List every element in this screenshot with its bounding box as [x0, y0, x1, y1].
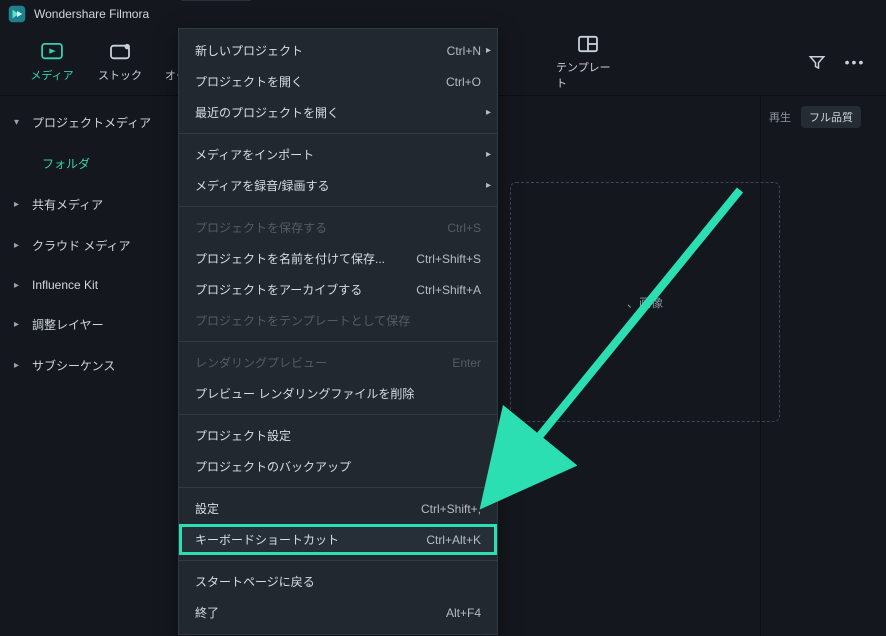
chevron-down-icon	[14, 117, 24, 128]
menu-row-label: 終了	[195, 604, 219, 621]
stock-icon	[106, 41, 134, 63]
tab-media[interactable]: メディア	[20, 41, 84, 83]
menu-row-label: プレビュー レンダリングファイルを削除	[195, 385, 414, 402]
menu-help[interactable]: ヘルプ	[408, 0, 468, 1]
menu-row-12: レンダリングプレビュー Enter	[179, 347, 497, 378]
submenu-arrow-icon: ▸	[486, 180, 491, 191]
menu-row-9[interactable]: プロジェクトをアーカイブする Ctrl+Shift+A	[179, 274, 497, 305]
menu-separator	[179, 206, 497, 207]
menu-row-label: スタートページに戻る	[195, 573, 315, 590]
menu-row-shortcut: Ctrl+S	[447, 221, 481, 235]
menu-row-shortcut: Ctrl+N	[447, 44, 481, 58]
chevron-right-icon	[14, 360, 24, 371]
menu-row-label: プロジェクトを保存する	[195, 219, 327, 236]
chevron-right-icon	[14, 280, 24, 291]
menu-row-shortcut: Enter	[452, 356, 481, 370]
menu-row-label: 最近のプロジェクトを開く	[195, 104, 339, 121]
filter-icon[interactable]	[804, 49, 830, 75]
menu-row-label: レンダリングプレビュー	[195, 354, 327, 371]
menu-row-label: メディアをインポート	[195, 146, 314, 163]
menu-row-label: プロジェクトを開く	[195, 73, 303, 90]
menu-bar: ファイル 編集 ツール 表示 ヘルプ	[180, 0, 468, 1]
menu-file[interactable]: ファイル	[180, 0, 252, 1]
tab-stock[interactable]: ストック	[88, 41, 152, 83]
submenu-arrow-icon: ▸	[486, 149, 491, 160]
menu-row-label: プロジェクトを名前を付けて保存...	[195, 250, 385, 267]
media-icon	[38, 41, 66, 63]
chevron-right-icon	[14, 199, 24, 210]
submenu-arrow-icon: ▸	[486, 45, 491, 56]
tab-template-label: テンプレート	[556, 59, 620, 91]
tab-media-label: メディア	[30, 67, 73, 83]
sidebar-item-influence-kit[interactable]: Influence Kit	[0, 266, 172, 304]
more-icon[interactable]: •••	[842, 49, 868, 75]
menu-row-0[interactable]: 新しいプロジェクト Ctrl+N ▸	[179, 35, 497, 66]
filmora-logo-icon	[8, 5, 26, 23]
menu-row-19[interactable]: キーボードショートカット Ctrl+Alt+K	[179, 524, 497, 555]
chevron-right-icon	[14, 319, 24, 330]
menu-row-shortcut: Ctrl+Alt+K	[426, 533, 481, 547]
menu-row-8[interactable]: プロジェクトを名前を付けて保存... Ctrl+Shift+S	[179, 243, 497, 274]
submenu-arrow-icon: ▸	[486, 107, 491, 118]
menu-row-label: メディアを録音/録画する	[195, 177, 330, 194]
sidebar-item-shared-media[interactable]: 共有メディア	[0, 184, 172, 225]
sidebar-item-project-media[interactable]: プロジェクトメディア	[0, 102, 172, 143]
menu-separator	[179, 487, 497, 488]
file-menu-panel: 新しいプロジェクト Ctrl+N ▸ プロジェクトを開く Ctrl+O 最近のプロジェクト…	[178, 28, 498, 635]
menu-row-5[interactable]: メディアを録音/録画する ▸	[179, 170, 497, 201]
menu-row-label: プロジェクトのバックアップ	[195, 458, 351, 475]
menu-row-shortcut: Ctrl+Shift+S	[416, 252, 481, 266]
sidebar-item-cloud-media[interactable]: クラウド メディア	[0, 225, 172, 266]
menu-edit[interactable]: 編集	[252, 0, 300, 1]
tab-stock-label: ストック	[98, 67, 142, 83]
menu-row-7: プロジェクトを保存する Ctrl+S	[179, 212, 497, 243]
template-icon	[574, 33, 602, 55]
menu-row-16[interactable]: プロジェクトのバックアップ	[179, 451, 497, 482]
menu-row-label: 設定	[195, 500, 219, 517]
menu-row-2[interactable]: 最近のプロジェクトを開く ▸	[179, 97, 497, 128]
menu-view[interactable]: 表示	[360, 0, 408, 1]
menu-row-15[interactable]: プロジェクト設定	[179, 420, 497, 451]
menu-row-label: 新しいプロジェクト	[195, 42, 303, 59]
menu-row-1[interactable]: プロジェクトを開く Ctrl+O	[179, 66, 497, 97]
menu-row-4[interactable]: メディアをインポート ▸	[179, 139, 497, 170]
menu-tools[interactable]: ツール	[300, 0, 360, 1]
sidebar-item-folder[interactable]: フォルダ	[0, 143, 172, 184]
menu-row-22[interactable]: 終了 Alt+F4	[179, 597, 497, 628]
menu-row-label: プロジェクトをテンプレートとして保存	[195, 312, 410, 329]
sidebar: プロジェクトメディア フォルダ 共有メディア クラウド メディア Influen…	[0, 96, 172, 636]
menu-separator	[179, 341, 497, 342]
sidebar-item-subsequence[interactable]: サブシーケンス	[0, 345, 172, 386]
chevron-right-icon	[14, 240, 24, 251]
menu-row-label: プロジェクト設定	[195, 427, 291, 444]
menu-row-shortcut: Ctrl+O	[446, 75, 481, 89]
menu-row-shortcut: Ctrl+Shift+A	[416, 283, 481, 297]
quality-selector[interactable]: フル品質	[801, 106, 861, 128]
tab-template[interactable]: テンプレート	[556, 33, 620, 91]
import-dropzone[interactable]: 、画像	[510, 182, 780, 422]
dropzone-text-2: 、画像	[627, 294, 663, 311]
menu-row-18[interactable]: 設定 Ctrl+Shift+,	[179, 493, 497, 524]
menu-row-21[interactable]: スタートページに戻る	[179, 566, 497, 597]
menu-row-label: キーボードショートカット	[195, 531, 339, 548]
menu-separator	[179, 560, 497, 561]
menu-separator	[179, 133, 497, 134]
menu-separator	[179, 414, 497, 415]
menu-row-shortcut: Alt+F4	[446, 606, 481, 620]
sidebar-item-adjustment-layer[interactable]: 調整レイヤー	[0, 304, 172, 345]
menu-row-shortcut: Ctrl+Shift+,	[421, 502, 481, 516]
menu-row-13[interactable]: プレビュー レンダリングファイルを削除	[179, 378, 497, 409]
app-title: Wondershare Filmora	[34, 7, 149, 21]
play-label[interactable]: 再生	[769, 109, 791, 125]
menu-row-label: プロジェクトをアーカイブする	[195, 281, 362, 298]
title-bar: Wondershare Filmora ファイル 編集 ツール 表示 ヘルプ	[0, 0, 886, 28]
menu-row-10: プロジェクトをテンプレートとして保存	[179, 305, 497, 336]
